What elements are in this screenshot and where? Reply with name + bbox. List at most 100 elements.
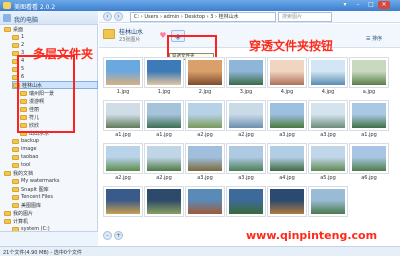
sidebar-item-label: taobao <box>21 154 39 160</box>
thumbnail-filename: a1.jpg <box>156 132 172 138</box>
path-segment[interactable]: Users <box>144 14 158 20</box>
thumbnail-item[interactable] <box>103 186 143 226</box>
back-icon[interactable]: ‹ <box>103 12 112 21</box>
thumbnail-grid: 1.jpg 1.jpg 2.jpg 3.jpg 4.jpg 4.jpg a.jpg a1.jp… <box>103 57 393 237</box>
thumbnail-item[interactable]: a4.jpg <box>267 143 307 183</box>
thumbnail-item[interactable] <box>267 186 307 226</box>
close-button[interactable]: ✕ <box>378 1 390 9</box>
path-segment[interactable]: 桂林山水 <box>219 14 239 20</box>
thumbnail-item[interactable]: a3.jpg <box>308 100 348 140</box>
thumbnail-item[interactable]: a3.jpg <box>185 143 225 183</box>
sidebar-tree-item[interactable]: image <box>12 145 98 153</box>
thumbnail-item[interactable] <box>144 186 184 226</box>
folder-icon <box>4 26 11 32</box>
thumbnail-item[interactable]: a2.jpg <box>226 100 266 140</box>
thumbnail-image <box>144 143 184 174</box>
sidebar-tree-item[interactable]: backup <box>12 137 98 145</box>
thumbnail-item[interactable]: a2.jpg <box>185 100 225 140</box>
sidebar-item-label: tool <box>21 162 31 168</box>
thumbnail-image <box>267 186 307 217</box>
multi-level-folder-highlight <box>17 55 75 133</box>
address-bar[interactable]: C: › Users › admin › Desktop › 3 › 桂林山水 <box>130 12 276 22</box>
folder-icon <box>103 29 115 39</box>
thumbnail-filename: a6.jpg <box>361 175 377 181</box>
thumbnail-image <box>144 100 184 131</box>
sort-button[interactable]: ☰ 排序 <box>366 34 392 44</box>
sidebar-tree-item[interactable]: 1 <box>12 33 98 41</box>
search-input[interactable]: 搜索图片 <box>278 12 332 22</box>
thumbnail-item[interactable]: a2.jpg <box>144 143 184 183</box>
thumbnail-image <box>308 186 348 217</box>
sidebar-tree-item[interactable]: 我的文档 <box>4 169 98 177</box>
status-text: 21个文件(4.90 MB) - 选中0个文件 <box>3 250 82 256</box>
path-segment[interactable]: admin <box>164 14 180 20</box>
forward-icon[interactable]: › <box>114 12 123 21</box>
thumbnail-filename: a3.jpg <box>279 132 295 138</box>
thumbnail-filename: 2.jpg <box>198 89 212 95</box>
minimize-button[interactable]: – <box>352 1 364 9</box>
sidebar-item-label: 2 <box>21 42 25 48</box>
sidebar-item-label: SnapIt 图库 <box>21 186 49 193</box>
thumbnail-item[interactable] <box>185 186 225 226</box>
thumbnail-image <box>267 143 307 174</box>
thumbnail-item[interactable]: a1.jpg <box>144 100 184 140</box>
sidebar-tree-item[interactable]: 计算机 <box>4 217 98 225</box>
zoom-out-icon[interactable]: - <box>103 231 112 240</box>
path-segment[interactable]: Desktop <box>184 14 205 20</box>
thumbnail-item[interactable]: a3.jpg <box>226 143 266 183</box>
window-title: 美图看看 2.0.2 <box>14 4 56 11</box>
folder-icon <box>12 154 19 160</box>
folder-icon <box>12 34 19 40</box>
folder-icon <box>12 194 19 200</box>
sidebar-item-label: 我的图片 <box>13 210 34 217</box>
thumbnail-filename: a2.jpg <box>156 175 172 181</box>
thumbnail-item[interactable]: 1.jpg <box>144 57 184 97</box>
thumbnail-filename: a3.jpg <box>197 175 213 181</box>
thumbnail-image <box>226 100 266 131</box>
sidebar-header[interactable]: 我的电脑 <box>0 11 98 25</box>
thumbnail-image <box>185 100 225 131</box>
thumbnail-item[interactable]: 1.jpg <box>103 57 143 97</box>
sidebar-tree-item[interactable]: 桌面 <box>4 25 98 33</box>
thumbnail-item[interactable] <box>308 186 348 226</box>
sidebar-tree-item[interactable]: tool <box>12 161 98 169</box>
path-segment[interactable]: 3 <box>210 14 213 20</box>
multi-level-folder-annotation: 多层文件夹 <box>33 47 94 61</box>
thumbnail-item[interactable]: 3.jpg <box>226 57 266 97</box>
thumbnail-item[interactable]: a.jpg <box>349 57 389 97</box>
thumbnail-item[interactable]: 4.jpg <box>308 57 348 97</box>
pierce-button-annotation: 穿透文件夹按钮 <box>249 39 334 53</box>
thumbnail-item[interactable]: a1.jpg <box>103 100 143 140</box>
thumbnail-image <box>103 100 143 131</box>
thumbnail-item[interactable]: 4.jpg <box>267 57 307 97</box>
thumbnail-filename: a2.jpg <box>238 132 254 138</box>
thumbnail-item[interactable]: a3.jpg <box>267 100 307 140</box>
sidebar-tree-item[interactable]: My watermarks <box>12 177 98 185</box>
thumbnail-item[interactable]: a5.jpg <box>308 143 348 183</box>
menu-button[interactable]: ▾ <box>339 1 351 9</box>
path-segment[interactable]: C: <box>134 14 139 20</box>
thumbnail-filename: 1.jpg <box>157 89 171 95</box>
thumbnail-image <box>103 143 143 174</box>
thumbnail-item[interactable]: 2.jpg <box>185 57 225 97</box>
thumbnail-item[interactable]: a2.jpg <box>103 143 143 183</box>
thumbnail-image <box>308 57 348 88</box>
folder-icon <box>4 170 11 176</box>
sidebar-tree-item[interactable]: SnapIt 图库 <box>12 185 98 193</box>
maximize-button[interactable]: □ <box>365 1 377 9</box>
thumbnail-item[interactable]: a1.jpg <box>349 100 389 140</box>
sidebar-tree-item[interactable]: 我的图片 <box>4 209 98 217</box>
computer-icon <box>3 14 11 22</box>
thumbnail-item[interactable] <box>226 186 266 226</box>
sidebar-tree-item[interactable]: Tencent Files <box>12 193 98 201</box>
app-logo-icon <box>3 2 11 9</box>
zoom-in-icon[interactable]: + <box>114 231 123 240</box>
thumbnail-image <box>226 186 266 217</box>
sidebar-footer <box>0 231 98 246</box>
folder-icon <box>12 162 19 168</box>
sidebar-item-label: 我的文档 <box>13 170 34 177</box>
sidebar-tree-item[interactable]: 美图图库 <box>12 201 98 209</box>
folder-icon <box>12 138 19 144</box>
sidebar-tree-item[interactable]: taobao <box>12 153 98 161</box>
thumbnail-item[interactable]: a6.jpg <box>349 143 389 183</box>
